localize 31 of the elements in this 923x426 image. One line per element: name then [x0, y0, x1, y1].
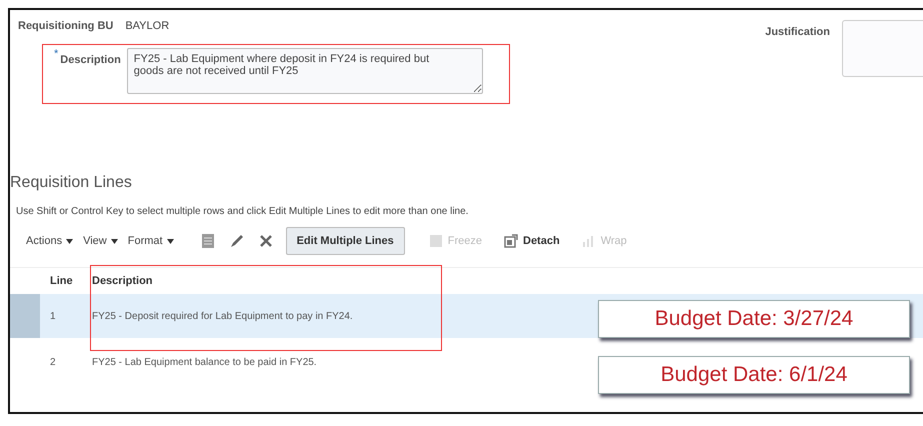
description-field[interactable]: FY25 - Lab Equipment where deposit in FY24 is required but goods are not received until FY25	[126, 48, 483, 94]
field-label: Requisitioning BU	[18, 20, 114, 32]
budget-date-callout: Budget Date: 3/27/24	[598, 300, 910, 338]
table-cell-text: 1	[49, 310, 57, 322]
table-cell-text: 2	[49, 356, 57, 368]
required-mark: *	[54, 48, 58, 60]
column-header: Line	[49, 275, 74, 287]
freeze-icon	[428, 234, 443, 248]
field-label: Justification	[765, 26, 830, 38]
budget-date-callout: Budget Date: 6/1/24	[598, 356, 910, 394]
edit-multiple-lines-button[interactable]: Edit Multiple Lines	[286, 227, 405, 255]
section-title: Requisition Lines	[10, 174, 133, 192]
caret-icon	[66, 238, 74, 244]
menu-button[interactable]: View	[83, 235, 118, 247]
pencil-icon[interactable]	[230, 234, 244, 248]
caret-icon	[166, 238, 174, 244]
sheet-icon[interactable]	[202, 234, 214, 248]
menu-button[interactable]: Format	[128, 235, 174, 247]
menu-button[interactable]: Actions	[26, 235, 74, 247]
instruction-text: Use Shift or Control Key to select multiple rows and click Edit Multiple Lines to edit more than one line.	[16, 206, 470, 217]
field-label: Description	[60, 54, 121, 66]
column-header: Description	[92, 275, 153, 287]
delete-icon[interactable]	[260, 235, 272, 247]
caret-icon	[110, 238, 118, 244]
table-cell: FY25 - Deposit required for Lab Equipment to pay in FY24.	[92, 310, 353, 322]
detach-icon	[504, 234, 518, 248]
table-cell: FY25 - Lab Equipment balance to be paid in FY25.	[92, 356, 317, 368]
toolbar-button[interactable]: Detach	[498, 234, 566, 248]
justification-field[interactable]	[842, 20, 923, 77]
field-value: BAYLOR	[125, 20, 170, 32]
wrap-icon	[582, 234, 596, 248]
